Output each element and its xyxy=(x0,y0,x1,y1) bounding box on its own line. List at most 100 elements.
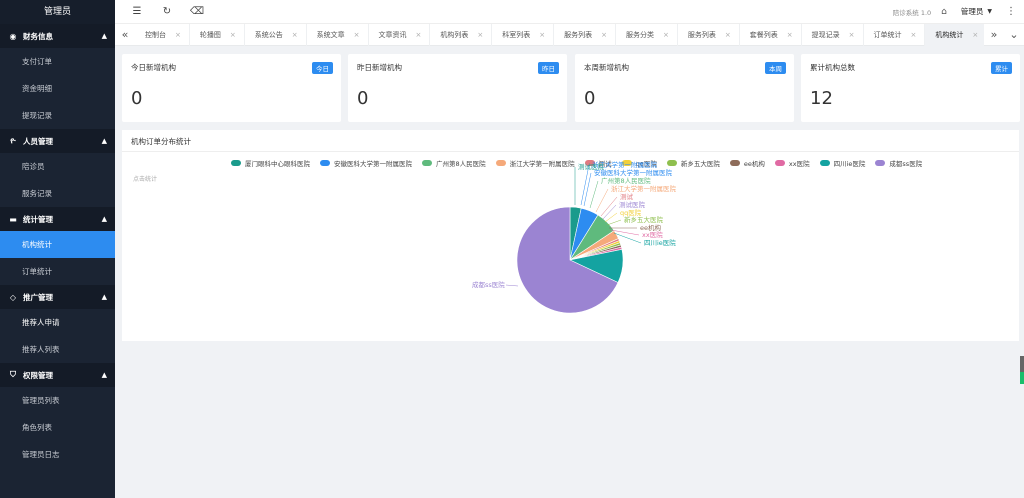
pie-chart: 浙江大学第一附属医院测试医院安徽医科大学第一附属医院广州第8人民医院浙江大学第一… xyxy=(472,160,677,314)
user-menu[interactable]: 管理员 xyxy=(961,6,984,17)
chevron-up-icon: ▲ xyxy=(101,137,107,145)
tab[interactable]: 服务分类 × xyxy=(616,23,678,46)
scrollbar-accent xyxy=(1020,372,1024,384)
stat-card-title: 昨日新增机构 xyxy=(357,63,402,72)
pie-label: xx医院 xyxy=(642,230,663,239)
sidebar-group-3[interactable]: ◇ 推广管理 ▲ xyxy=(0,285,115,309)
caret-down-icon[interactable]: ▼ xyxy=(987,8,992,15)
sidebar-item[interactable]: 推荐人列表 xyxy=(0,336,115,363)
chevron-up-icon: ▲ xyxy=(101,371,107,379)
sidebar-item[interactable]: 机构统计 xyxy=(0,231,115,258)
stat-card: 今日新增机构 今日 0 xyxy=(122,54,341,122)
tab-close-icon[interactable]: × xyxy=(725,24,731,46)
stat-card: 本周新增机构 本周 0 xyxy=(575,54,794,122)
tab-close-icon[interactable]: × xyxy=(354,24,360,46)
sidebar-item[interactable]: 服务记录 xyxy=(0,180,115,207)
tab-label: 服务列表 xyxy=(687,30,716,39)
menu-toggle-icon[interactable]: ☰ xyxy=(129,6,145,17)
org-order-distribution-panel: 机构订单分布统计 点击统计 厦门眼科中心眼科医院 安徽医科大学第一附属医院 广州第8… xyxy=(122,130,1019,341)
chevron-up-icon: ▲ xyxy=(101,215,107,223)
system-name: 陪诊系统 1.0 xyxy=(892,8,932,17)
tab-label: 服务列表 xyxy=(564,30,593,39)
sidebar-group-1[interactable]: ዮ 人员管理 ▲ xyxy=(0,129,115,153)
sidebar-group-label: 统计管理 xyxy=(23,214,53,224)
diamond-icon: ◇ xyxy=(9,292,17,302)
tab[interactable]: 提现记录 × xyxy=(802,23,864,46)
pie-label-line xyxy=(606,219,622,226)
pie-label: 广州第8人民医院 xyxy=(601,176,651,185)
more-vertical-icon[interactable]: ⋮ xyxy=(1006,6,1016,17)
tabs-menu-icon[interactable]: ⌄ xyxy=(1004,28,1024,41)
sidebar-item[interactable]: 管理员日志 xyxy=(0,441,115,468)
sidebar-item[interactable]: 提现记录 xyxy=(0,102,115,129)
tab[interactable]: 服务列表 × xyxy=(678,23,740,46)
sidebar-item[interactable]: 支付订单 xyxy=(0,48,115,75)
tab-label: 科室列表 xyxy=(502,30,531,39)
sidebar-group-label: 人员管理 xyxy=(23,136,53,146)
tab[interactable]: 控制台 × xyxy=(135,23,190,46)
tab-close-icon[interactable]: × xyxy=(292,24,298,46)
folder-icon: ▬ xyxy=(9,214,17,224)
tab-close-icon[interactable]: × xyxy=(601,24,607,46)
sidebar-group-4[interactable]: ⛉ 权限管理 ▲ xyxy=(0,363,115,387)
tab-close-icon[interactable]: × xyxy=(663,24,669,46)
tab[interactable]: 科室列表 × xyxy=(492,23,555,46)
tab-close-icon[interactable]: × xyxy=(787,24,793,46)
tab-label: 提现记录 xyxy=(811,30,840,39)
pie-label-line xyxy=(595,188,609,213)
pie-label-line xyxy=(602,204,617,220)
tabs-scroll-left-icon[interactable]: « xyxy=(115,28,135,41)
topbar: ☰ ↻ ⌫ 陪诊系统 1.0 ⌂ 管理员 ▼ ⋮ xyxy=(115,0,1024,24)
sidebar-item[interactable]: 管理员列表 xyxy=(0,387,115,414)
tab-close-icon[interactable]: × xyxy=(972,24,978,46)
tab-close-icon[interactable]: × xyxy=(175,24,181,46)
tab[interactable]: 订单统计 × xyxy=(864,23,926,46)
tab[interactable]: 轮播图 × xyxy=(190,23,245,46)
stat-card-title: 本周新增机构 xyxy=(584,63,629,72)
tab-label: 控制台 xyxy=(145,30,166,39)
refresh-icon[interactable]: ↻ xyxy=(159,6,175,17)
pie-label: 新乡五大医院 xyxy=(624,215,664,224)
tab-close-icon[interactable]: × xyxy=(539,24,545,46)
stat-card-value: 0 xyxy=(584,88,596,109)
tab[interactable]: 文章资讯 × xyxy=(369,23,431,46)
tab[interactable]: 机构统计 × xyxy=(925,23,984,46)
tab-label: 套餐列表 xyxy=(749,30,778,39)
sidebar-group-0[interactable]: ◉ 财务信息 ▲ xyxy=(0,24,115,48)
sidebar-group-label: 财务信息 xyxy=(23,31,53,41)
tab-close-icon[interactable]: × xyxy=(849,24,855,46)
chevron-up-icon: ▲ xyxy=(101,293,107,301)
stat-card-badge: 累计 xyxy=(991,62,1012,74)
sidebar: 管理员 ◉ 财务信息 ▲ 支付订单 资金明细 提现记录 ዮ 人员管理 ▲ 陪诊员 服务记录 ▬ 统计管理… xyxy=(0,0,115,498)
stat-card-title: 今日新增机构 xyxy=(131,63,176,72)
tab[interactable]: 系统文章 × xyxy=(307,23,369,46)
pie-label: 成都ss医院 xyxy=(472,280,505,289)
tab-close-icon[interactable]: × xyxy=(477,24,483,46)
tab-close-icon[interactable]: × xyxy=(230,24,236,46)
chevron-up-icon: ▲ xyxy=(101,32,107,40)
sidebar-item[interactable]: 角色列表 xyxy=(0,414,115,441)
sidebar-group-2[interactable]: ▬ 统计管理 ▲ xyxy=(0,207,115,231)
stat-card-value: 0 xyxy=(131,88,143,109)
tab[interactable]: 套餐列表 × xyxy=(740,23,802,46)
stat-card-value: 0 xyxy=(357,88,369,109)
tab-close-icon[interactable]: × xyxy=(416,24,422,46)
pie-label-line xyxy=(589,180,599,209)
pie-label: 浙江大学第一附属医院 xyxy=(611,184,677,193)
tab-label: 机构统计 xyxy=(935,30,964,39)
stat-card-badge: 今日 xyxy=(312,62,333,74)
tab[interactable]: 服务列表 × xyxy=(554,23,616,46)
tab[interactable]: 系统公告 × xyxy=(245,23,307,46)
sidebar-item[interactable]: 订单统计 xyxy=(0,258,115,285)
tabs-scroll-right-icon[interactable]: » xyxy=(984,28,1004,41)
tab-bar: « 控制台 × 轮播图 × 系统公告 × 系统文章 × 文章资讯 × 机构列表 × 科室列表 × 服务列表 ×… xyxy=(115,23,1024,46)
shield-icon: ⛉ xyxy=(10,370,16,379)
sidebar-item[interactable]: 资金明细 xyxy=(0,75,115,102)
tab-label: 系统公告 xyxy=(254,30,283,39)
tab[interactable]: 机构列表 × xyxy=(430,23,493,46)
broom-icon[interactable]: ⌫ xyxy=(189,6,205,17)
sidebar-item[interactable]: 陪诊员 xyxy=(0,153,115,180)
tag-icon[interactable]: ⌂ xyxy=(941,7,947,17)
tab-close-icon[interactable]: × xyxy=(911,24,917,46)
sidebar-item[interactable]: 推荐人申请 xyxy=(0,309,115,336)
